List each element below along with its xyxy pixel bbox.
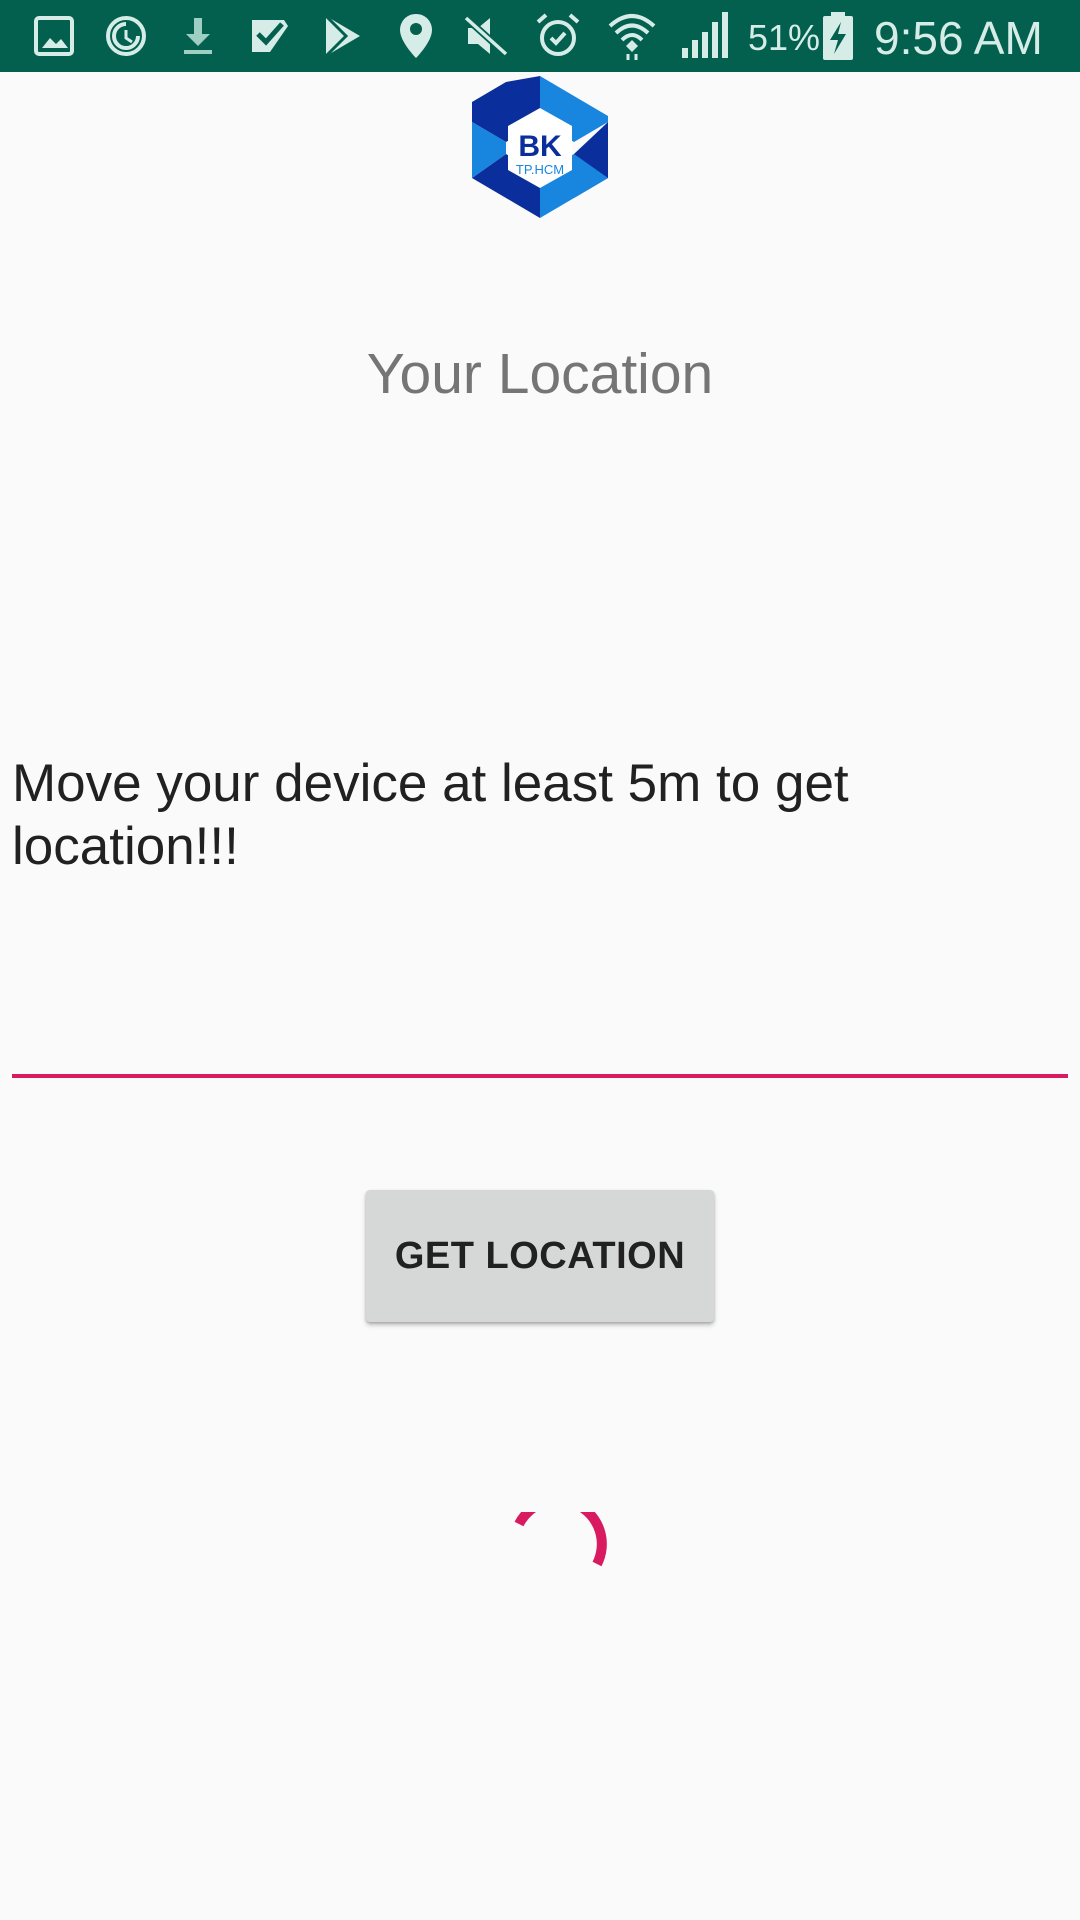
mute-icon — [463, 15, 509, 57]
main-content: BK TP.HCM Your Location Move your device… — [0, 72, 1080, 1920]
alarm-icon — [536, 13, 580, 56]
logo-main-text: BK — [518, 130, 562, 163]
location-icon — [400, 14, 432, 58]
sync-icon — [106, 16, 146, 56]
location-input[interactable] — [12, 992, 1068, 1078]
loading-spinner-icon — [514, 1512, 607, 1567]
page-title: Your Location — [366, 342, 714, 406]
battery-charging-icon — [823, 12, 853, 60]
download-icon — [184, 18, 212, 54]
logo-sub-text: TP.HCM — [516, 162, 564, 177]
signal-icon — [682, 12, 728, 58]
status-bar: 51% 9:56 AM — [0, 0, 1080, 72]
play-store-icon — [324, 14, 360, 58]
clock: 9:56 AM — [874, 12, 1043, 64]
bk-logo: BK TP.HCM — [472, 76, 608, 218]
instruction-message: Move your device at least 5m to get loca… — [12, 754, 849, 876]
wifi-icon — [608, 14, 656, 60]
battery-percent: 51% — [748, 17, 821, 58]
check-icon — [252, 20, 288, 52]
get-location-button[interactable]: GET LOCATION — [366, 1190, 714, 1322]
gallery-icon — [34, 16, 74, 56]
